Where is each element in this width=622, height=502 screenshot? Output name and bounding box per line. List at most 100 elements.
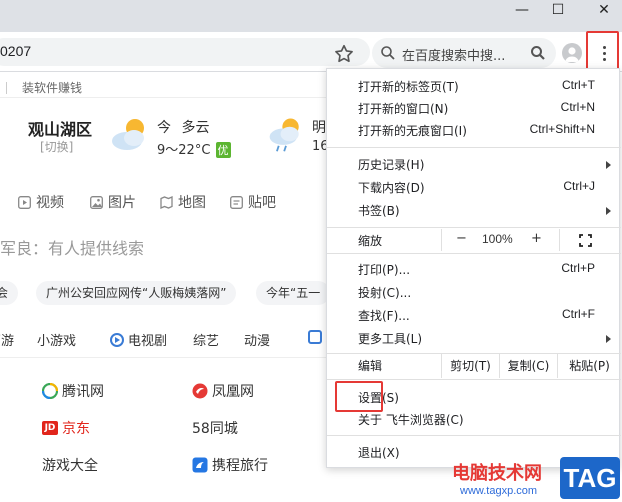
weather-today-temp: 9～22°C <box>157 143 211 158</box>
search-submit-icon[interactable] <box>530 45 546 61</box>
zoom-in-button[interactable]: + <box>531 231 542 246</box>
zoom-level: 100% <box>482 232 513 246</box>
promo-link[interactable]: 装软件赚钱 <box>22 79 82 96</box>
menu-item-new-tab[interactable]: 打开新的标签页(T) Ctrl+T <box>327 75 621 98</box>
link-tencent[interactable]: 腾讯网 <box>42 381 104 401</box>
video-icon <box>18 195 31 209</box>
menu-separator <box>327 147 621 148</box>
weather-switch-link[interactable]: [切换] <box>40 138 73 155</box>
link-ctrip[interactable]: 携程旅行 <box>192 455 268 475</box>
menu-item-incognito[interactable]: 打开新的无痕窗口(I) Ctrl+Shift+N <box>327 119 621 142</box>
submenu-arrow-icon <box>606 161 611 169</box>
play-icon <box>110 332 124 347</box>
menu-item-shortcut: Ctrl+T <box>562 78 595 92</box>
menu-item-label: 更多工具(L) <box>358 332 423 346</box>
menu-zoom-row: 缩放 − 100% + <box>327 229 621 251</box>
link-label: 携程旅行 <box>212 458 268 474</box>
menu-item-shortcut: Ctrl+F <box>562 307 595 321</box>
menu-item-label: 历史记录(H) <box>358 158 425 172</box>
link-label: 腾讯网 <box>62 384 104 400</box>
paste-button[interactable]: 粘贴(P) <box>557 354 621 378</box>
weather-today-condition: 多云 <box>181 120 210 136</box>
link-jd[interactable]: JD 京东 <box>42 418 90 438</box>
zoom-out-button[interactable]: − <box>456 231 467 246</box>
menu-item-label: 打开新的无痕窗口(I) <box>358 124 467 138</box>
tab-images[interactable]: 图片 <box>90 192 136 212</box>
menu-item-label: 下载内容(D) <box>358 181 425 195</box>
category-item[interactable]: 小游戏 <box>37 330 76 349</box>
menu-edit-row: 编辑 剪切(T) 复制(C) 粘贴(P) <box>327 354 621 378</box>
ctrip-icon <box>192 457 208 473</box>
hot-chip[interactable]: 广州公安回应网传“人贩梅姨落网” <box>36 281 237 305</box>
category-extra-icon[interactable] <box>308 330 322 344</box>
submenu-arrow-icon <box>606 207 611 215</box>
tencent-icon <box>42 383 58 399</box>
cut-button[interactable]: 剪切(T) <box>441 354 499 378</box>
close-window-button[interactable]: ✕ <box>582 0 622 20</box>
weather-city: 观山湖区 <box>28 120 93 139</box>
link-games[interactable]: 游戏大全 <box>42 455 98 475</box>
watermark: 电脑技术网 www.tagxp.com TAG <box>452 455 622 502</box>
watermark-url: www.tagxp.com <box>460 485 538 497</box>
menu-item-shortcut: Ctrl+P <box>561 261 595 275</box>
category-item[interactable]: 动漫 <box>244 330 270 349</box>
ifeng-icon <box>192 383 208 399</box>
category-item[interactable]: 页游 <box>0 330 14 349</box>
menu-item-label: 书签(B) <box>358 204 400 218</box>
promo-bar: 装软件赚钱 <box>0 76 330 98</box>
search-box[interactable]: 在百度搜索中搜... <box>372 38 556 68</box>
tab-video[interactable]: 视频 <box>18 192 64 212</box>
map-icon <box>160 195 173 209</box>
divider <box>6 82 7 94</box>
zoom-label: 缩放 <box>358 234 383 248</box>
menu-item-bookmarks[interactable]: 书签(B) <box>327 199 621 222</box>
menu-item-history[interactable]: 历史记录(H) <box>327 153 621 176</box>
partly-cloudy-icon <box>112 119 144 150</box>
category-item[interactable]: 综艺 <box>193 330 219 349</box>
tab-label: 地图 <box>178 195 206 211</box>
category-tv[interactable]: 电视剧 <box>110 330 167 349</box>
menu-item-downloads[interactable]: 下载内容(D) Ctrl+J <box>327 176 621 199</box>
link-58[interactable]: 58同城 <box>192 418 238 438</box>
hot-chip[interactable]: 会 <box>0 281 19 305</box>
address-text: 0207 <box>0 43 32 59</box>
tab-map[interactable]: 地图 <box>160 192 206 212</box>
menu-item-label: 打开新的标签页(T) <box>358 80 459 94</box>
fullscreen-icon[interactable] <box>579 234 592 247</box>
link-ifeng[interactable]: 凤凰网 <box>192 381 254 401</box>
menu-item-print[interactable]: 打印(P)... Ctrl+P <box>327 258 621 281</box>
menu-item-label: 打开新的窗口(N) <box>358 102 449 116</box>
watermark-site-name: 电脑技术网 <box>452 463 542 484</box>
menu-item-find[interactable]: 查找(F)... Ctrl+F <box>327 304 621 327</box>
image-icon <box>90 195 103 209</box>
weather-today-label: 今 <box>157 120 171 136</box>
copy-button[interactable]: 复制(C) <box>499 354 557 378</box>
menu-item-label: 打印(P)... <box>358 263 411 277</box>
link-label: 凤凰网 <box>212 384 254 400</box>
tab-label: 贴吧 <box>248 195 276 211</box>
tab-tieba[interactable]: 贴吧 <box>230 192 276 212</box>
weather-today-temp-row: 9～22°C 优 <box>157 139 231 158</box>
link-label: 京东 <box>62 421 90 437</box>
address-bar[interactable]: 0207 <box>0 38 370 66</box>
settings-highlight <box>335 381 383 412</box>
submenu-arrow-icon <box>606 335 611 343</box>
search-query-text[interactable]: 军良：有人提供线索 <box>0 235 144 259</box>
search-icon <box>381 46 395 60</box>
weather-today: 今 多云 <box>157 117 209 137</box>
menu-separator <box>327 379 621 380</box>
menu-item-new-window[interactable]: 打开新的窗口(N) Ctrl+N <box>327 97 621 120</box>
watermark-tag-logo: TAG <box>560 457 620 499</box>
bookmark-star-icon[interactable] <box>333 43 355 65</box>
menu-item-more-tools[interactable]: 更多工具(L) <box>327 327 621 350</box>
menu-item-shortcut: Ctrl+J <box>563 179 595 193</box>
title-bar: — ☐ ✕ <box>0 0 622 32</box>
menu-item-cast[interactable]: 投射(C)... <box>327 281 621 304</box>
maximize-button[interactable]: ☐ <box>536 0 580 20</box>
profile-avatar-icon[interactable] <box>562 43 582 63</box>
edit-label: 编辑 <box>358 359 383 373</box>
tab-label: 视频 <box>36 195 64 211</box>
menu-item-shortcut: Ctrl+N <box>560 100 595 114</box>
jd-icon: JD <box>42 421 58 435</box>
hot-chip[interactable]: 今年“五一 <box>256 281 331 305</box>
